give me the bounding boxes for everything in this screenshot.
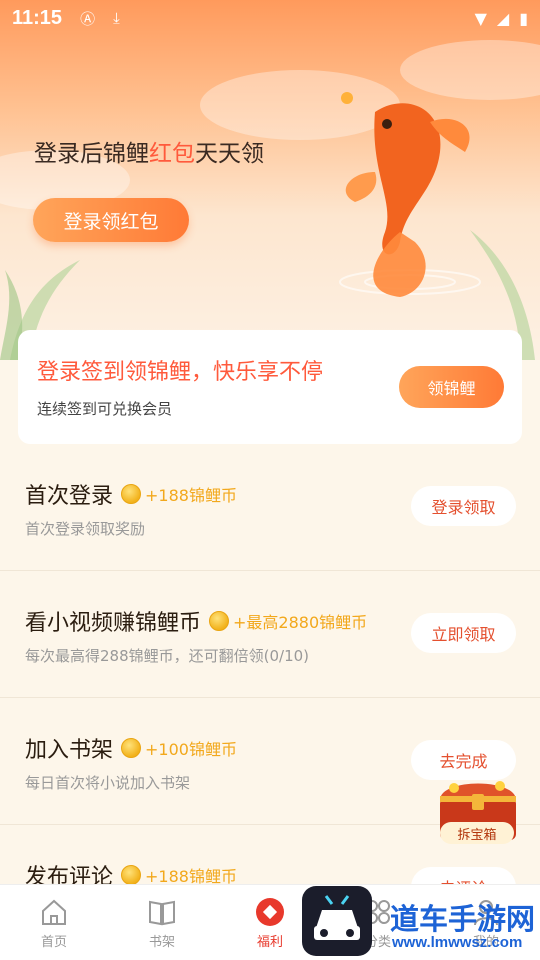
signal-icon: ◢ — [496, 8, 510, 28]
gift-icon — [256, 898, 284, 926]
open-treasure-label[interactable]: 拆宝箱 — [440, 822, 514, 844]
nav-home[interactable]: 首页 — [0, 885, 108, 960]
task-reward: +最高2880锦鲤币 — [233, 613, 368, 632]
nav-home-label: 首页 — [40, 935, 67, 950]
task-reward: +188锦鲤币 — [145, 486, 237, 505]
status-bar: 11:15 Ⓐ ⤓ ▼ ◢ ▮ — [0, 0, 540, 36]
car-icon — [314, 895, 360, 940]
coin-icon — [121, 865, 142, 885]
status-time: 11:15 — [12, 6, 63, 29]
task-row: 首次登录 +188锦鲤币 首次登录领取奖励 登录领取 — [0, 444, 540, 571]
login-claim-button[interactable]: 登录领取 — [411, 486, 516, 526]
task-row: 看小视频赚锦鲤币 +最高2880锦鲤币 每次最高得288锦鲤币，还可翻倍领(0/… — [0, 571, 540, 698]
book-icon — [149, 900, 175, 926]
task-title: 首次登录 — [25, 484, 114, 509]
notification-a-icon: Ⓐ — [80, 9, 96, 28]
task-description: 每日首次将小说加入书架 — [25, 774, 191, 792]
claim-now-button[interactable]: 立即领取 — [411, 613, 516, 653]
task-title: 看小视频赚锦鲤币 — [25, 611, 202, 636]
nav-welfare-label: 福利 — [256, 935, 283, 950]
watermark-url: www.lmwwsz.com — [392, 934, 523, 951]
signin-title: 登录签到领锦鲤，快乐享不停 — [37, 360, 324, 385]
coin-icon — [121, 738, 142, 758]
watermark-logo — [302, 886, 372, 956]
claim-koi-button[interactable]: 领锦鲤 — [399, 366, 504, 408]
coin-icon — [209, 611, 230, 631]
download-icon: ⤓ — [113, 9, 120, 27]
task-reward: +100锦鲤币 — [145, 740, 237, 759]
koi-fish-illustration — [339, 92, 481, 297]
watermark: 道车手游网 www.lmwwsz.com — [302, 884, 540, 960]
signin-card: 登录签到领锦鲤，快乐享不停 连续签到可兑换会员 领锦鲤 — [18, 330, 522, 444]
hero-title-suffix: 天天领 — [195, 141, 264, 167]
nav-bookshelf[interactable]: 书架 — [108, 885, 216, 960]
signin-subtitle: 连续签到可兑换会员 — [37, 400, 173, 418]
watermark-text: 道车手游网 — [390, 902, 536, 936]
hero-title-prefix: 登录后锦鲤 — [34, 141, 149, 167]
wifi-icon: ▼ — [474, 8, 487, 28]
task-description: 首次登录领取奖励 — [25, 520, 146, 538]
coin-icon — [121, 484, 142, 504]
battery-icon: ▮ — [519, 8, 528, 28]
task-description: 每次最高得288锦鲤币，还可翻倍领(0/10) — [25, 647, 310, 665]
hero-title: 登录后锦鲤红包天天领 — [34, 134, 264, 168]
hero-title-highlight: 红包 — [149, 141, 195, 167]
task-title: 加入书架 — [25, 738, 114, 763]
home-icon — [42, 899, 66, 925]
nav-bookshelf-label: 书架 — [148, 935, 175, 950]
hero-banner: 11:15 Ⓐ ⤓ ▼ ◢ ▮ 登录后锦鲤红包天天领 登录领红包 — [0, 0, 540, 360]
